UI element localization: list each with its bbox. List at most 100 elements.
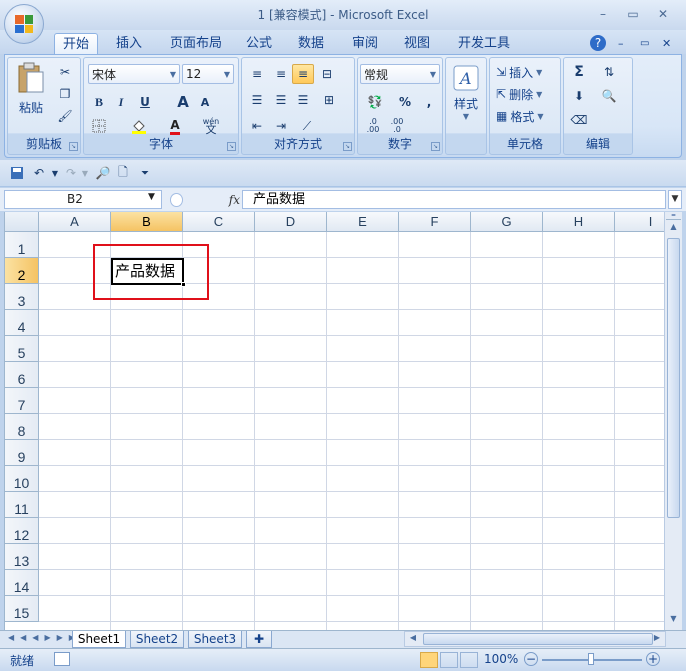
page-layout-view-icon[interactable] (440, 652, 458, 668)
row-header-14[interactable]: 14 (5, 570, 39, 596)
scroll-left-icon[interactable]: ◀ (407, 633, 419, 645)
comma-button[interactable]: , (418, 92, 440, 112)
borders-icon[interactable] (88, 116, 110, 136)
save-icon[interactable] (6, 163, 28, 183)
tab-formulas[interactable]: 公式 (238, 33, 280, 54)
text-orientation-icon[interactable]: ⊟ (316, 64, 338, 84)
split-box[interactable]: = (666, 212, 681, 220)
phonetic-guide-icon[interactable]: wén 文 (200, 116, 222, 136)
paste-button[interactable]: 粘贴 (12, 62, 50, 124)
align-center-icon[interactable]: ☰ (270, 90, 292, 110)
clear-icon[interactable]: ⌫ (568, 110, 590, 130)
minimize-button[interactable]: – (588, 4, 618, 24)
clipboard-launcher-icon[interactable]: ↘ (69, 142, 78, 151)
sheet-tab-2[interactable]: Sheet2 (130, 631, 184, 648)
align-bottom-icon[interactable]: ≡ (292, 64, 314, 84)
row-header-10[interactable]: 10 (5, 466, 39, 492)
scroll-up-icon[interactable]: ▲ (666, 222, 681, 236)
percent-button[interactable]: % (394, 92, 416, 112)
ribbon-restore-button[interactable]: ▭ (636, 33, 653, 54)
close-button[interactable]: ✕ (648, 4, 678, 24)
ribbon-close-button[interactable]: ✕ (658, 33, 675, 54)
font-name-select[interactable]: 宋体 ▼ (88, 64, 180, 84)
macro-record-icon[interactable] (54, 652, 70, 666)
autosum-button[interactable]: Σ (568, 62, 590, 82)
tab-data[interactable]: 数据 (290, 33, 332, 54)
column-header-e[interactable]: E (327, 212, 399, 232)
delete-cells-button[interactable]: ⇱ 删除 ▼ (496, 84, 542, 104)
zoom-in-icon[interactable]: + (646, 652, 660, 666)
fill-icon[interactable]: ⬇ (568, 86, 590, 106)
italic-button[interactable]: I (110, 92, 132, 112)
merge-center-icon[interactable]: ⊞ (318, 90, 340, 110)
grow-font-button[interactable]: A (172, 92, 194, 112)
office-button[interactable] (4, 4, 44, 44)
column-header-a[interactable]: A (39, 212, 111, 232)
name-box-dropdown-icon[interactable]: ▼ (148, 192, 155, 202)
restore-button[interactable]: ▭ (618, 4, 648, 24)
tab-page-layout[interactable]: 页面布局 (162, 33, 230, 54)
tab-insert[interactable]: 插入 (108, 33, 150, 54)
alignment-launcher-icon[interactable]: ↘ (343, 142, 352, 151)
tab-home[interactable]: 开始 (54, 33, 99, 54)
align-right-icon[interactable]: ☰ (292, 90, 314, 110)
horizontal-scrollbar[interactable]: ◀ ▶ (404, 631, 666, 647)
worksheet-grid[interactable]: ABCDEFGHI 1 2 3 4 5 6 7 8 9 10 11 12 13 14 15 产品数据 (4, 212, 664, 630)
column-header-c[interactable]: C (183, 212, 255, 232)
insert-sheet-icon[interactable]: ✚ (246, 631, 272, 648)
currency-icon[interactable]: 💱 (360, 92, 390, 112)
decrease-indent-icon[interactable]: ⇤ (246, 116, 268, 136)
vertical-scrollbar[interactable]: = ▲ ▼ (664, 212, 682, 630)
row-header-6[interactable]: 6 (5, 362, 39, 388)
row-header-4[interactable]: 4 (5, 310, 39, 336)
orientation-icon[interactable]: ⟋ (296, 116, 318, 136)
row-header-13[interactable]: 13 (5, 544, 39, 570)
select-all-corner[interactable] (5, 212, 39, 232)
print-preview-icon[interactable]: 🔎 (92, 163, 114, 183)
column-header-d[interactable]: D (255, 212, 327, 232)
row-header-5[interactable]: 5 (5, 336, 39, 362)
vertical-scroll-thumb[interactable] (667, 238, 680, 518)
fill-color-icon[interactable] (128, 116, 150, 136)
sort-filter-icon[interactable]: ⇅ (598, 62, 620, 82)
insert-cells-button[interactable]: ⇲ 插入 ▼ (496, 62, 542, 82)
shrink-font-button[interactable]: A (194, 92, 216, 112)
new-document-icon[interactable]: 🗋 (112, 163, 134, 183)
sheet-nav-icons[interactable]: ◀◀◀▶▶▶ (8, 633, 81, 642)
horizontal-scroll-thumb[interactable] (423, 633, 653, 645)
tab-review[interactable]: 审阅 (344, 33, 386, 54)
column-header-f[interactable]: F (399, 212, 471, 232)
row-header-2[interactable]: 2 (5, 258, 39, 284)
tab-view[interactable]: 视图 (396, 33, 438, 54)
expand-formula-bar-icon[interactable]: ▼ (668, 190, 682, 209)
tab-developer[interactable]: 开发工具 (450, 33, 518, 54)
help-icon[interactable]: ? (590, 35, 606, 51)
format-cells-button[interactable]: ▦ 格式 ▼ (496, 106, 544, 126)
row-header-9[interactable]: 9 (5, 440, 39, 466)
ribbon-minimize-button[interactable]: – (614, 33, 628, 54)
styles-button[interactable]: A 样式 ▼ (448, 64, 484, 134)
formula-input[interactable]: 产品数据 (242, 190, 666, 209)
align-top-icon[interactable]: ≡ (246, 64, 268, 84)
row-header-12[interactable]: 12 (5, 518, 39, 544)
column-header-g[interactable]: G (471, 212, 543, 232)
decrease-decimal-button[interactable]: .00.0 (386, 116, 408, 136)
row-header-3[interactable]: 3 (5, 284, 39, 310)
row-header-8[interactable]: 8 (5, 414, 39, 440)
row-header-7[interactable]: 7 (5, 388, 39, 414)
insert-function-button[interactable]: fx (229, 193, 240, 207)
column-header-b[interactable]: B (111, 212, 183, 232)
row-header-11[interactable]: 11 (5, 492, 39, 518)
font-size-select[interactable]: 12 ▼ (182, 64, 234, 84)
underline-button[interactable]: U (134, 92, 156, 112)
normal-view-icon[interactable] (420, 652, 438, 668)
page-break-view-icon[interactable] (460, 652, 478, 668)
find-select-icon[interactable]: 🔍 (598, 86, 620, 106)
align-left-icon[interactable]: ☰ (246, 90, 268, 110)
row-header-15[interactable]: 15 (5, 596, 39, 622)
column-header-i[interactable]: I (615, 212, 664, 232)
increase-indent-icon[interactable]: ⇥ (270, 116, 292, 136)
increase-decimal-button[interactable]: .0.00 (362, 116, 384, 136)
zoom-out-icon[interactable]: − (524, 652, 538, 666)
align-middle-icon[interactable]: ≡ (270, 64, 292, 84)
